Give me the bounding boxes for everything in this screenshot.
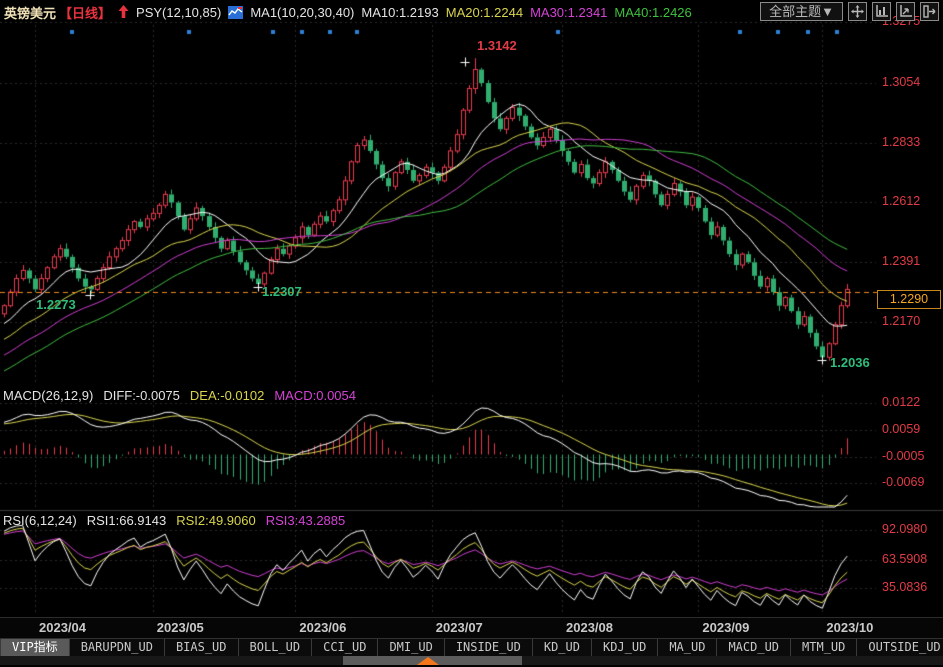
- axis-arrow-button[interactable]: [896, 2, 915, 21]
- macd-axis-tick: 0.0059: [882, 422, 920, 436]
- rsi2-value: RSI2:49.9060: [176, 513, 256, 528]
- ma10-value: MA10:1.2193: [361, 5, 438, 20]
- macd-diff-value: DIFF:-0.0075: [103, 388, 180, 403]
- indicator-tab-vip-[interactable]: VIP指标: [1, 639, 70, 656]
- indicator-tab-bar: VIP指标BARUPDN_UDBIAS_UDBOLL_UDCCI_UDDMI_U…: [0, 638, 943, 656]
- price-axis-tick: 1.2170: [882, 314, 920, 328]
- ma20-value: MA20:1.2244: [446, 5, 523, 20]
- axis-arrow-icon: [899, 5, 912, 18]
- x-axis-month-label: 2023/06: [299, 620, 346, 635]
- rsi-axis-tick: 63.5908: [882, 552, 927, 566]
- indicator-tab-kd-ud[interactable]: KD_UD: [533, 639, 592, 656]
- indicator-tab-inside-ud[interactable]: INSIDE_UD: [445, 639, 533, 656]
- price-axis-tick: 1.2612: [882, 194, 920, 208]
- macd-dea-value: DEA:-0.0102: [190, 388, 264, 403]
- symbol-name: 英镑美元: [4, 3, 56, 22]
- macd-name: MACD(26,12,9): [3, 388, 93, 403]
- indicator-tab-ma-ud[interactable]: MA_UD: [658, 639, 717, 656]
- macd-axis-tick: -0.0069: [882, 475, 924, 489]
- collapse-pane-button[interactable]: [920, 2, 939, 21]
- x-axis-month-label: 2023/04: [39, 620, 86, 635]
- current-price-badge: 1.2290: [877, 290, 941, 309]
- ma40-value: MA40:1.2426: [614, 5, 691, 20]
- macd-pane-header: MACD(26,12,9) DIFF:-0.0075 DEA:-0.0102 M…: [3, 388, 356, 403]
- x-axis-month-label: 2023/08: [566, 620, 613, 635]
- exit-arrow-icon: [923, 5, 936, 18]
- indicator-tab-dmi-ud[interactable]: DMI_UD: [378, 639, 444, 656]
- indicator-tab-cci-ud[interactable]: CCI_UD: [312, 639, 378, 656]
- indicator-tab-boll-ud[interactable]: BOLL_UD: [239, 639, 313, 656]
- period-label: 【日线】: [59, 3, 111, 22]
- price-axis-tick: 1.2833: [882, 135, 920, 149]
- price-annotation: 1.2307: [262, 284, 302, 299]
- axis-scale-button[interactable]: [872, 2, 891, 21]
- ma-group-label: MA1(10,20,30,40): [250, 5, 354, 20]
- rsi-axis-tick: 92.0980: [882, 522, 927, 536]
- rsi-name: RSI(6,12,24): [3, 513, 77, 528]
- price-chart-canvas[interactable]: [0, 0, 943, 667]
- rsi3-value: RSI3:43.2885: [266, 513, 346, 528]
- indicator-tab-outside-ud[interactable]: OUTSIDE_UD: [857, 639, 943, 656]
- pan-tool-button[interactable]: [848, 2, 867, 21]
- x-axis-month-label: 2023/07: [436, 620, 483, 635]
- price-annotation: 1.2273: [36, 297, 76, 312]
- up-arrow-icon: [118, 5, 129, 19]
- axis-chart-icon: [875, 5, 888, 18]
- x-axis-month-label: 2023/10: [826, 620, 873, 635]
- rsi1-value: RSI1:66.9143: [87, 513, 167, 528]
- macd-macd-value: MACD:0.0054: [274, 388, 356, 403]
- price-annotation: 1.2036: [830, 355, 870, 370]
- indicator-tab-bias-ud[interactable]: BIAS_UD: [165, 639, 239, 656]
- horizontal-scrollbar[interactable]: [0, 656, 943, 665]
- header-toolbar: 全部主题▼: [760, 2, 939, 21]
- pan-icon: [851, 5, 864, 18]
- price-axis-tick: 1.2391: [882, 254, 920, 268]
- rsi-pane-header: RSI(6,12,24) RSI1:66.9143 RSI2:49.9060 R…: [3, 513, 345, 528]
- indicator-tab-macd-ud[interactable]: MACD_UD: [717, 639, 791, 656]
- indicator-tab-mtm-ud[interactable]: MTM_UD: [791, 639, 857, 656]
- mini-chart-icon: [228, 6, 243, 19]
- macd-axis-tick: 0.0122: [882, 395, 920, 409]
- theme-dropdown-button[interactable]: 全部主题▼: [760, 2, 843, 21]
- indicator-tab-kdj-ud[interactable]: KDJ_UD: [592, 639, 658, 656]
- rsi-axis-tick: 35.0836: [882, 580, 927, 594]
- indicator-tab-barupdn-ud[interactable]: BARUPDN_UD: [70, 639, 165, 656]
- x-axis-month-label: 2023/05: [157, 620, 204, 635]
- price-annotation: 1.3142: [477, 38, 517, 53]
- ma30-value: MA30:1.2341: [530, 5, 607, 20]
- macd-axis-tick: -0.0005: [882, 449, 924, 463]
- psy-indicator-label: PSY(12,10,85): [136, 5, 221, 20]
- trading-terminal-window: 英镑美元 【日线】 PSY(12,10,85) MA1(10,20,30,40)…: [0, 0, 943, 667]
- x-axis-month-label: 2023/09: [702, 620, 749, 635]
- price-axis-tick: 1.3054: [882, 75, 920, 89]
- scrollbar-orange-marker[interactable]: [417, 657, 439, 665]
